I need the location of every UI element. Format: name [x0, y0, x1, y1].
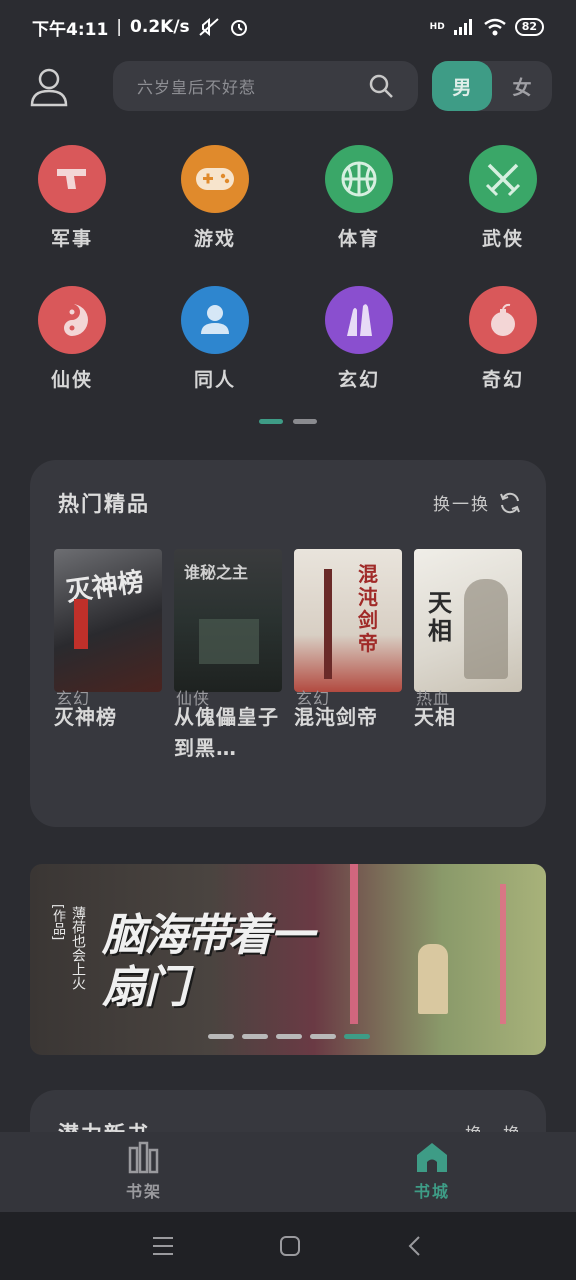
category-label: 仙侠 — [50, 369, 93, 391]
crossed-swords-icon — [485, 163, 521, 197]
system-navigation-bar — [0, 1212, 576, 1280]
gamepad-icon — [196, 168, 234, 190]
signal-icon — [453, 19, 472, 35]
category-label: 游戏 — [193, 228, 236, 250]
book-card[interactable]: 天相 天相 — [414, 549, 522, 764]
banner-author: 薄荷也会上火 — [70, 906, 86, 990]
book-genre: 仙侠 — [176, 689, 211, 708]
category-label: 奇幻 — [481, 369, 524, 391]
nav-bookstore-label: 书城 — [413, 1182, 450, 1201]
home-icon — [417, 1143, 447, 1172]
category-label: 同人 — [193, 369, 236, 391]
bomb-icon — [491, 303, 515, 336]
book-cover: 天相 — [414, 549, 522, 692]
nav-bookshelf-label: 书架 — [125, 1182, 162, 1201]
yin-yang-icon — [64, 304, 88, 336]
user-profile-button[interactable] — [28, 66, 70, 108]
category-sports[interactable]: 体育 — [304, 145, 414, 251]
book-card[interactable]: 灭神榜 灭神榜 — [54, 549, 162, 764]
search-placeholder: 六岁皇后不好惹 — [137, 78, 257, 97]
gun-icon — [57, 169, 86, 189]
book-genre: 热血 — [416, 689, 451, 708]
category-label: 玄幻 — [337, 369, 380, 391]
promo-banner[interactable]: [作品] 薄荷也会上火 脑海带着一扇门 — [30, 864, 546, 1055]
top-bar: 六岁皇后不好惹 男 女 — [0, 60, 576, 114]
book-cover: 谁秘之主 — [174, 549, 282, 692]
category-wuxia[interactable]: 武侠 — [448, 145, 558, 251]
category-label: 体育 — [337, 228, 380, 250]
search-icon[interactable] — [368, 73, 394, 99]
banner-indicator — [208, 1034, 370, 1039]
page-dot-active — [259, 419, 283, 424]
banner-title: 脑海带着一扇门 — [102, 910, 314, 1013]
home-square-icon[interactable] — [278, 1234, 302, 1258]
book-cover: 灭神榜 — [54, 549, 162, 692]
category-military[interactable]: 军事 — [17, 145, 127, 251]
category-xianxia[interactable]: 仙侠 — [17, 286, 127, 392]
book-title: 从傀儡皇子到黑… — [174, 705, 279, 760]
gender-toggle: 男 女 — [432, 61, 552, 111]
network-speed: 0.2K/s — [130, 17, 190, 37]
menu-icon[interactable] — [151, 1235, 175, 1257]
gender-male-button[interactable]: 男 — [432, 61, 492, 111]
nav-bookshelf[interactable]: 书架 — [0, 1132, 288, 1212]
book-cover: 混沌剑帝 — [294, 549, 402, 692]
book-genre: 玄幻 — [56, 689, 91, 708]
book-title: 灭神榜 — [54, 705, 117, 729]
hot-section: 热门精品 换一换 灭神榜 灭神榜 玄幻 谁秘之主 从傀儡皇子到黑… 仙侠 混沌剑… — [30, 460, 546, 827]
magic-hand-icon — [347, 304, 372, 336]
book-card[interactable]: 混沌剑帝 混沌剑帝 — [294, 549, 402, 764]
nav-bookstore[interactable]: 书城 — [288, 1132, 576, 1212]
hd-label: HD — [429, 22, 445, 32]
search-bar[interactable]: 六岁皇后不好惹 — [113, 61, 418, 111]
category-fanfic[interactable]: 同人 — [160, 286, 270, 392]
status-bar: 下午4:11 | 0.2K/s HD 82 — [0, 0, 576, 54]
category-fantasy[interactable]: 奇幻 — [448, 286, 558, 392]
user-icon — [30, 68, 68, 107]
category-label: 军事 — [50, 228, 93, 250]
page-dot — [293, 419, 317, 424]
person-icon — [201, 305, 229, 334]
back-icon[interactable] — [405, 1234, 425, 1258]
alarm-icon — [230, 20, 247, 36]
gender-female-button[interactable]: 女 — [492, 61, 552, 111]
status-time: 下午4:11 — [32, 19, 109, 40]
bottom-navigation: 书架 书城 — [0, 1132, 576, 1212]
category-label: 武侠 — [481, 228, 524, 250]
basketball-icon — [341, 161, 377, 197]
book-genre: 玄幻 — [296, 689, 331, 708]
banner-figure — [418, 944, 448, 1014]
banner-tag: [作品] — [50, 904, 65, 941]
category-game[interactable]: 游戏 — [160, 145, 270, 251]
book-title: 天相 — [414, 705, 456, 729]
book-card[interactable]: 谁秘之主 从傀儡皇子到黑… — [174, 549, 282, 764]
refresh-icon — [500, 492, 520, 513]
battery-indicator: 82 — [514, 18, 544, 36]
book-title: 混沌剑帝 — [294, 705, 378, 729]
bookshelf-icon — [128, 1141, 159, 1174]
wifi-icon — [483, 18, 506, 36]
mute-icon — [198, 17, 219, 37]
category-xuanhuan[interactable]: 玄幻 — [304, 286, 414, 392]
refresh-label: 换一换 — [433, 495, 490, 515]
category-page-indicator — [259, 419, 317, 424]
refresh-button[interactable]: 换一换 — [433, 490, 522, 515]
section-title: 热门精品 — [58, 492, 150, 516]
